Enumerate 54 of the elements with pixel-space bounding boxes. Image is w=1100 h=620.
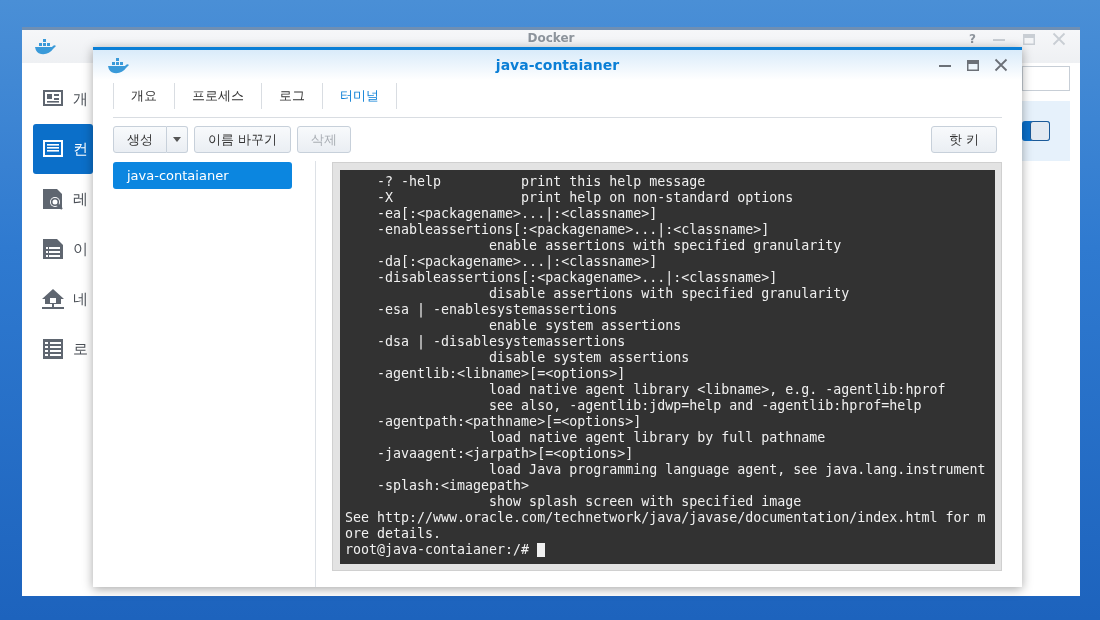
toggle-switch[interactable] bbox=[1022, 121, 1050, 141]
sidebar-item[interactable]: 이 bbox=[33, 224, 93, 274]
house-network-icon bbox=[42, 288, 64, 310]
sidebar-item[interactable]: 네 bbox=[33, 274, 93, 324]
whale-logo-icon bbox=[33, 36, 57, 56]
tab[interactable]: 로그 bbox=[261, 83, 322, 109]
close-icon[interactable] bbox=[994, 58, 1008, 72]
terminal-line: -agentpath:<pathname>[=<options>] bbox=[376, 414, 643, 430]
list-icon bbox=[42, 138, 64, 160]
window-title: java-contaianer bbox=[495, 57, 620, 73]
toolbar-button[interactable]: 이름 바꾸기 bbox=[194, 126, 292, 153]
tab[interactable]: 프로세스 bbox=[174, 83, 261, 109]
terminal-line: -? -help print this help message bbox=[376, 174, 707, 190]
terminal-line: see also, -agentlib:jdwp=help and -agentlib:hprof=help bbox=[488, 398, 923, 414]
terminal-line: enable assertions with specified granularity bbox=[488, 238, 843, 254]
container-item[interactable]: java-contaianer bbox=[113, 162, 292, 189]
terminal-line: show splash screen with specified image bbox=[488, 494, 803, 510]
tab[interactable]: 터미널 bbox=[322, 83, 397, 109]
document-icon bbox=[42, 238, 64, 260]
terminal-line: -splash:<imagepath> bbox=[376, 478, 531, 494]
terminal-line: disable system assertions bbox=[488, 350, 691, 366]
document-search-icon bbox=[42, 188, 64, 210]
maximize-icon[interactable] bbox=[966, 58, 980, 72]
terminal-line: -dsa | -disablesystemassertions bbox=[376, 334, 627, 350]
terminal-line: -esa | -enablesystemassertions bbox=[376, 302, 619, 318]
terminal-line: -ea[:<packagename>...|:<classname>] bbox=[376, 206, 659, 222]
terminal-line: -da[:<packagename>...|:<classname>] bbox=[376, 254, 659, 270]
sidebar-item[interactable]: 로 bbox=[33, 324, 93, 374]
window-title: Docker bbox=[527, 31, 575, 46]
sidebar-item[interactable]: 컨 bbox=[33, 124, 93, 174]
terminal-line: -enableassertions[:<packagename>...|:<classname>] bbox=[376, 222, 771, 238]
terminal-line: enable system assertions bbox=[488, 318, 683, 334]
whale-logo-icon bbox=[106, 55, 130, 75]
tab[interactable]: 개요 bbox=[113, 83, 174, 109]
sidebar-item[interactable]: 레 bbox=[33, 174, 93, 224]
terminal-line: See http://www.oracle.com/technetwork/java/javase/documentation/index.html for m bbox=[345, 510, 987, 526]
terminal-line: -javaagent:<jarpath>[=<options>] bbox=[376, 446, 635, 462]
text-cursor bbox=[537, 543, 546, 557]
dropdown-button[interactable] bbox=[167, 126, 188, 153]
terminal-line: load native agent library <libname>, e.g. -agentlib:hprof bbox=[488, 382, 947, 398]
hotkey-button[interactable]: 핫 키 bbox=[930, 126, 997, 153]
bulleted-list-icon bbox=[42, 338, 64, 360]
terminal-line: ore details. bbox=[345, 526, 443, 542]
caret-icon bbox=[173, 137, 181, 142]
sidebar-item[interactable]: 개 bbox=[33, 74, 93, 124]
terminal-line: load Java programming language agent, see java.lang.instrument bbox=[488, 462, 987, 478]
create-button[interactable]: 생성 bbox=[113, 126, 167, 153]
terminal-line: disable assertions with specified granularity bbox=[488, 286, 851, 302]
search-field[interactable] bbox=[1022, 66, 1070, 91]
terminal-line: -agentlib:<libname>[=<options>] bbox=[376, 366, 627, 382]
terminal-line: load native agent library by full pathname bbox=[488, 430, 827, 446]
terminal-line: -X print help on non-standard options bbox=[376, 190, 795, 206]
terminal-prompt: root@java-contaianer:/# bbox=[345, 542, 531, 558]
terminal-line: -disableassertions[:<packagename>...|:<classname>] bbox=[376, 270, 779, 286]
